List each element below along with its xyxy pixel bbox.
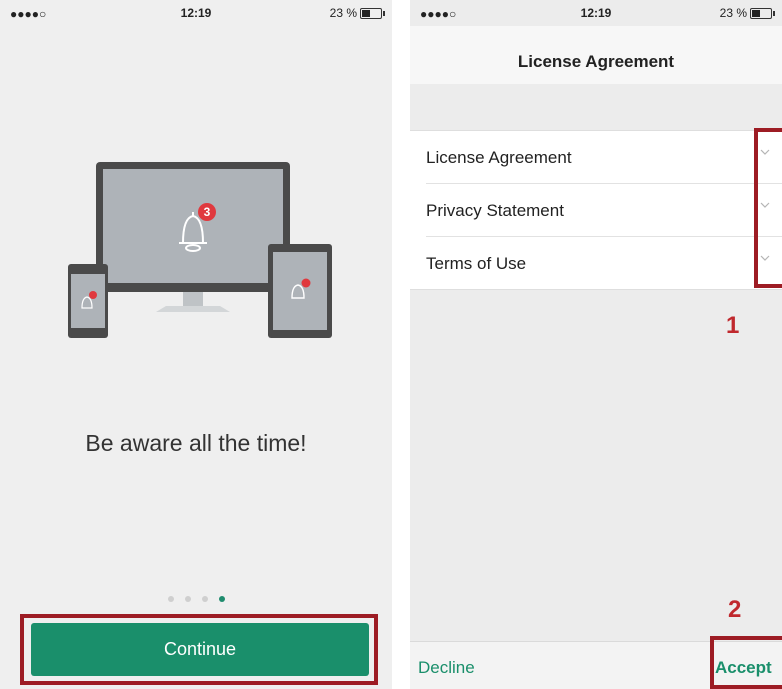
continue-highlight-box <box>20 614 378 685</box>
annotation-marker-1: 1 <box>726 312 740 339</box>
battery-icon <box>750 7 775 19</box>
page-title: License Agreement <box>517 52 675 71</box>
onboarding-screen: ●●●●○ 12:19 23 % 3 Be aware all the time… <box>0 0 392 689</box>
nav-bar: License Agreement <box>410 26 782 84</box>
tablet-icon <box>268 244 332 338</box>
devices-illustration: 3 <box>68 162 332 338</box>
phone-icon <box>68 264 108 338</box>
list-item-label: License Agreement <box>426 148 572 167</box>
license-screen: ●●●●○ 12:19 23 % License Agreement Licen… <box>410 0 782 689</box>
page-dot[interactable] <box>167 596 174 602</box>
page-dot[interactable] <box>184 596 191 602</box>
page-dot[interactable] <box>201 596 208 602</box>
battery-icon <box>360 7 385 19</box>
list-item-label: Privacy Statement <box>426 201 564 220</box>
status-bar: ●●●●○ 12:19 23 % <box>0 0 392 26</box>
page-dot-active[interactable] <box>218 596 225 602</box>
battery-indicator: 23 % <box>329 6 385 20</box>
badge-count: 3 <box>204 205 211 219</box>
annotation-marker-2: 2 <box>728 596 742 623</box>
monitor-icon <box>96 162 290 312</box>
list-item-label: Terms of Use <box>426 254 527 273</box>
list-item-privacy-statement[interactable]: Privacy Statement <box>426 184 782 237</box>
chevrons-highlight-box <box>754 128 782 288</box>
list-item-terms-of-use[interactable]: Terms of Use <box>426 237 782 289</box>
list-item-license-agreement[interactable]: License Agreement <box>426 131 782 184</box>
status-bar: ●●●●○ 12:19 23 % <box>410 0 782 26</box>
battery-percent: 23 % <box>719 6 747 20</box>
battery-indicator: 23 % <box>719 6 775 20</box>
page-indicator[interactable] <box>0 596 392 602</box>
decline-button[interactable]: Decline <box>418 658 475 678</box>
onboarding-slogan: Be aware all the time! <box>85 430 307 456</box>
battery-percent: 23 % <box>329 6 357 20</box>
accept-highlight-box <box>710 636 782 689</box>
license-list: License Agreement Privacy Statement Term… <box>410 130 782 290</box>
